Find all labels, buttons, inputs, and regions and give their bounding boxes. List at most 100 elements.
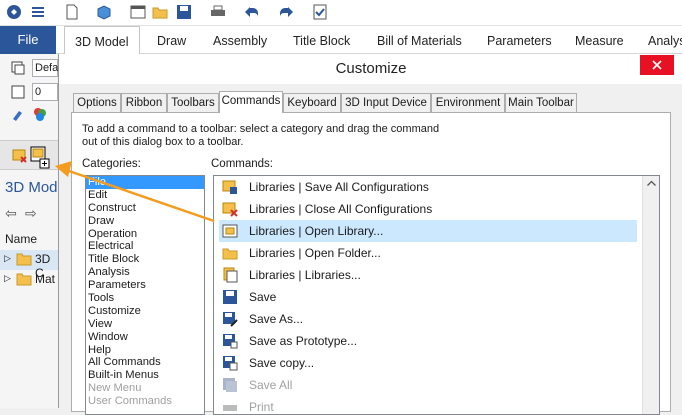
categories-list[interactable]: File Edit Construct Draw Operation Elect… <box>85 175 205 415</box>
folder-open-icon <box>222 248 238 260</box>
categories-label: Categories: <box>82 158 141 170</box>
tab-bill-of-materials[interactable]: Bill of Materials <box>377 26 462 54</box>
tab-environment[interactable]: Environment <box>431 93 505 113</box>
library-close-icon[interactable] <box>12 149 28 163</box>
commands-label: Commands: <box>211 158 273 170</box>
category-item[interactable]: Customize <box>86 305 204 318</box>
category-item[interactable]: Title Block <box>86 253 204 266</box>
save-all-icon <box>223 378 237 392</box>
level-input[interactable]: 0 <box>32 83 58 101</box>
print-icon[interactable] <box>210 4 226 20</box>
tab-main-toolbar[interactable]: Main Toolbar <box>505 93 577 113</box>
layers-icon[interactable] <box>10 60 26 76</box>
style-input[interactable]: Defa <box>32 59 58 77</box>
command-item-selected[interactable]: Libraries | Open Library... <box>219 220 637 242</box>
command-item[interactable]: Save All <box>219 374 637 396</box>
tab-draw[interactable]: Draw <box>157 26 186 54</box>
command-label: Libraries | Libraries... <box>249 268 361 282</box>
color-icon[interactable] <box>32 106 48 122</box>
command-item[interactable]: Libraries | Close All Configurations <box>219 198 637 220</box>
library-close-icon <box>222 202 238 217</box>
tab-options[interactable]: Options <box>73 93 121 113</box>
dialog-title: Customize <box>59 54 682 84</box>
command-label: Libraries | Close All Configurations <box>249 202 433 216</box>
tab-file[interactable]: File <box>0 26 56 54</box>
menu-icon[interactable] <box>30 4 46 20</box>
tab-title-block[interactable]: Title Block <box>293 26 350 54</box>
category-item[interactable]: Electrical <box>86 240 204 253</box>
expand-icon[interactable]: ▷ <box>4 253 11 264</box>
category-item[interactable]: Operation <box>86 228 204 241</box>
custom-toolbar-drop-zone[interactable] <box>0 140 58 170</box>
tab-analysis[interactable]: Analys <box>648 26 682 54</box>
category-item[interactable]: Tools <box>86 292 204 305</box>
libraries-icon <box>223 267 238 283</box>
category-item[interactable]: Edit <box>86 189 204 202</box>
commands-list[interactable]: Libraries | Save All Configurations Libr… <box>213 175 660 415</box>
category-item[interactable]: Analysis <box>86 266 204 279</box>
tree-nav-buttons: ⇦ ⇨ <box>5 205 55 221</box>
tab-assembly[interactable]: Assembly <box>213 26 267 54</box>
new-3d-icon[interactable] <box>96 4 112 20</box>
folder-icon <box>16 253 32 266</box>
command-label: Save copy... <box>249 356 315 370</box>
category-item[interactable]: All Commands <box>86 356 204 369</box>
save-icon[interactable] <box>176 4 192 20</box>
category-item[interactable]: Help <box>86 344 204 357</box>
library-open-icon <box>222 224 238 238</box>
tab-commands[interactable]: Commands <box>219 91 283 113</box>
command-item[interactable]: Libraries | Save All Configurations <box>219 176 637 198</box>
app-logo-icon[interactable] <box>6 4 22 20</box>
command-item[interactable]: Save copy... <box>219 352 637 374</box>
command-label: Save as Prototype... <box>249 334 358 348</box>
category-item[interactable]: Built-in Menus <box>86 369 204 382</box>
tree-item[interactable]: ▷ Mat <box>0 270 58 290</box>
expand-icon[interactable]: ▷ <box>4 273 11 284</box>
tab-3d-input-device[interactable]: 3D Input Device <box>341 93 431 113</box>
command-label: Libraries | Save All Configurations <box>249 180 429 194</box>
close-button[interactable] <box>640 55 674 75</box>
command-item[interactable]: Libraries | Open Folder... <box>219 242 637 264</box>
tab-parameters[interactable]: Parameters <box>487 26 552 54</box>
command-item[interactable]: Libraries | Libraries... <box>219 264 637 286</box>
level-icon[interactable] <box>10 84 26 100</box>
new-file-icon[interactable] <box>64 4 80 20</box>
category-item[interactable]: Draw <box>86 215 204 228</box>
check-icon[interactable] <box>312 4 328 20</box>
tab-measure[interactable]: Measure <box>575 26 624 54</box>
customize-dialog: Customize Options Ribbon Toolbars Comman… <box>58 54 682 415</box>
window-icon[interactable] <box>130 4 146 20</box>
category-item[interactable]: Construct <box>86 202 204 215</box>
command-item[interactable]: Save as Prototype... <box>219 330 637 352</box>
drag-cursor-icon <box>30 146 50 169</box>
tab-toolbars[interactable]: Toolbars <box>167 93 219 113</box>
category-item[interactable]: User Commands <box>86 395 204 408</box>
category-item-file[interactable]: File <box>86 176 204 189</box>
commands-tab-page: To add a command to a toolbar: select a … <box>71 112 671 415</box>
tab-ribbon[interactable]: Ribbon <box>121 93 167 113</box>
open-folder-icon[interactable] <box>152 4 168 20</box>
command-label: Print <box>249 400 274 414</box>
tree-panel-title: 3D Mod <box>5 179 58 196</box>
column-header-name: Name <box>5 232 38 246</box>
scroll-up-icon[interactable] <box>647 180 656 186</box>
commands-scrollbar[interactable] <box>642 176 659 414</box>
save-copy-icon <box>223 356 238 371</box>
back-arrow-icon[interactable]: ⇦ <box>5 205 17 222</box>
command-item[interactable]: Save As... <box>219 308 637 330</box>
category-item[interactable]: View <box>86 318 204 331</box>
category-item[interactable]: Parameters <box>86 279 204 292</box>
tree-item[interactable]: ▷ 3D C <box>0 250 58 280</box>
tab-keyboard[interactable]: Keyboard <box>283 93 341 113</box>
command-item[interactable]: Save <box>219 286 637 308</box>
redo-icon[interactable] <box>278 4 294 20</box>
close-icon <box>652 60 662 70</box>
tab-3d-model[interactable]: 3D Model <box>64 26 140 55</box>
category-item[interactable]: New Menu <box>86 382 204 395</box>
save-prototype-icon <box>223 334 238 349</box>
command-item[interactable]: Print <box>219 396 637 414</box>
brush-icon[interactable] <box>10 106 26 122</box>
undo-icon[interactable] <box>244 4 260 20</box>
forward-arrow-icon[interactable]: ⇨ <box>25 205 37 222</box>
category-item[interactable]: Window <box>86 331 204 344</box>
